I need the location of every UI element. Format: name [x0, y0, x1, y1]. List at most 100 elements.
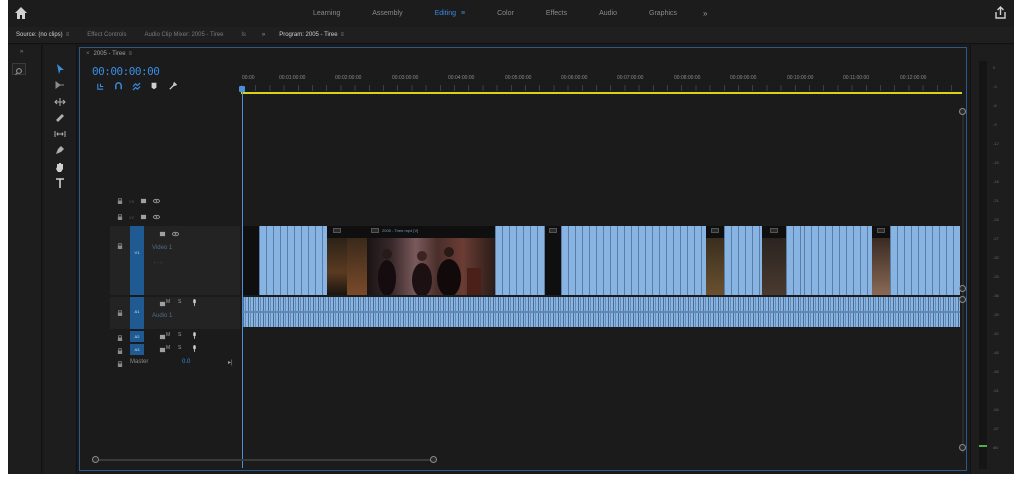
- tab-effect-controls[interactable]: Effect Controls: [87, 32, 126, 38]
- vertical-scroll-handle[interactable]: [959, 296, 966, 303]
- more-panels-icon[interactable]: »: [262, 32, 265, 38]
- track-target-a2[interactable]: A2: [130, 331, 144, 342]
- keyframe-nav-icon[interactable]: ‹ ◦ ›: [154, 260, 162, 266]
- workspace-tab-graphics[interactable]: Graphics: [649, 10, 677, 17]
- workspace-tab-editing[interactable]: Editing ≡: [435, 10, 466, 17]
- eye-icon[interactable]: [172, 230, 179, 237]
- track-target-a3[interactable]: A3: [130, 344, 144, 355]
- solo-icon[interactable]: S: [178, 299, 181, 305]
- sequence-menu-icon[interactable]: ≡: [129, 51, 133, 57]
- tab-program[interactable]: Program: 2005 - Tiree ≡: [279, 32, 344, 38]
- type-tool-icon[interactable]: [52, 176, 68, 189]
- video-clip-main[interactable]: 2005 - Tiree.mp4 [V]: [367, 226, 495, 295]
- sync-lock-icon[interactable]: [140, 198, 147, 205]
- vertical-scroll-mid-handle[interactable]: [959, 285, 966, 292]
- more-workspaces-icon[interactable]: »: [703, 9, 707, 18]
- selection-tool-icon[interactable]: [52, 62, 68, 75]
- workspace-tab-color[interactable]: Color: [497, 10, 514, 17]
- razor-tool-icon[interactable]: [52, 111, 68, 124]
- video-clip[interactable]: [724, 226, 762, 295]
- hand-tool-icon[interactable]: [52, 160, 68, 173]
- mute-icon[interactable]: M: [166, 332, 170, 338]
- share-icon[interactable]: [993, 5, 1008, 20]
- vertical-scroll-bottom-handle[interactable]: [959, 444, 966, 451]
- sync-lock-icon[interactable]: [159, 333, 166, 340]
- video-clip[interactable]: [890, 226, 960, 295]
- add-marker-icon[interactable]: [148, 81, 160, 91]
- lock-icon[interactable]: [116, 348, 123, 355]
- lock-icon[interactable]: [116, 310, 123, 317]
- video-clip[interactable]: [872, 226, 890, 295]
- tab-program-menu-icon[interactable]: ≡: [341, 32, 345, 38]
- sync-lock-icon[interactable]: [159, 346, 166, 353]
- workspace-tab-learning[interactable]: Learning: [313, 10, 340, 17]
- track-select-tool-icon[interactable]: [52, 78, 68, 91]
- tab-source[interactable]: Source: (no clips) ≡: [16, 32, 69, 38]
- video-clip[interactable]: [786, 226, 804, 295]
- tab-source-menu-icon[interactable]: ≡: [66, 32, 70, 38]
- video-clip[interactable]: [706, 226, 724, 295]
- sync-lock-icon[interactable]: [140, 214, 147, 221]
- master-volume-value[interactable]: 0.0: [182, 359, 190, 365]
- nest-icon[interactable]: [94, 81, 106, 91]
- workspace-tab-audio[interactable]: Audio: [599, 10, 617, 17]
- video-clip[interactable]: [243, 226, 259, 295]
- microphone-icon[interactable]: [191, 299, 198, 306]
- eye-icon[interactable]: [152, 214, 160, 221]
- track-target-v1[interactable]: V1: [130, 226, 144, 295]
- horizontal-zoom-scrollbar[interactable]: [92, 456, 437, 464]
- mute-icon[interactable]: M: [166, 299, 170, 305]
- microphone-icon[interactable]: [191, 332, 198, 339]
- sync-lock-icon[interactable]: [159, 230, 166, 237]
- slip-tool-icon[interactable]: [52, 127, 68, 140]
- video-clip[interactable]: [347, 226, 367, 295]
- sync-lock-icon[interactable]: [159, 300, 166, 307]
- workspace-tab-assembly[interactable]: Assembly: [372, 10, 402, 17]
- tab-overflow[interactable]: ls: [242, 32, 246, 38]
- expand-panel-icon[interactable]: »: [20, 49, 23, 55]
- tab-audio-clip-mixer[interactable]: Audio Clip Mixer: 2005 - Tiree: [144, 32, 223, 38]
- snap-icon[interactable]: [112, 81, 124, 91]
- go-to-end-icon[interactable]: ▸|: [228, 359, 233, 366]
- video-clip[interactable]: [561, 226, 706, 295]
- mute-icon[interactable]: M: [166, 345, 170, 351]
- workspace-tab-effects[interactable]: Effects: [546, 10, 567, 17]
- pen-tool-icon[interactable]: [52, 143, 68, 156]
- video-clip[interactable]: [762, 226, 786, 295]
- track-name-video1[interactable]: Video 1: [152, 245, 172, 251]
- zoom-left-handle[interactable]: [92, 456, 99, 463]
- project-panel-collapsed: »: [8, 45, 42, 474]
- video-clip[interactable]: [545, 226, 561, 295]
- track-name-audio1[interactable]: Audio 1: [152, 313, 172, 319]
- search-icon[interactable]: [12, 63, 26, 76]
- lock-icon[interactable]: [116, 360, 123, 367]
- video-clip[interactable]: [327, 226, 347, 295]
- ripple-edit-tool-icon[interactable]: [52, 95, 68, 108]
- solo-icon[interactable]: S: [178, 345, 181, 351]
- lock-icon[interactable]: [116, 214, 123, 221]
- sequence-tab[interactable]: × 2005 - Tiree ≡: [86, 51, 132, 57]
- playhead-timecode[interactable]: 00:00:00:00: [92, 65, 160, 78]
- video-clip[interactable]: [495, 226, 545, 295]
- close-sequence-icon[interactable]: ×: [86, 51, 90, 57]
- microphone-icon[interactable]: [191, 345, 198, 352]
- video-clip[interactable]: [259, 226, 327, 295]
- workspace-menu-icon[interactable]: ≡: [461, 10, 465, 17]
- vertical-scroll-top-handle[interactable]: [959, 108, 966, 115]
- settings-wrench-icon[interactable]: [166, 81, 178, 91]
- video-clip[interactable]: [804, 226, 872, 295]
- audio-track-a1[interactable]: [243, 297, 960, 327]
- linked-selection-icon[interactable]: [130, 81, 142, 91]
- work-area-bar[interactable]: [241, 92, 962, 94]
- lock-icon[interactable]: [116, 242, 123, 249]
- lock-icon[interactable]: [116, 335, 123, 342]
- solo-icon[interactable]: S: [178, 332, 181, 338]
- track-target-a1[interactable]: A1: [130, 297, 144, 329]
- vertical-scrollbar[interactable]: [959, 108, 967, 453]
- playhead-handle[interactable]: [239, 86, 245, 92]
- time-ruler[interactable]: 00:00 00:01:00:00 00:02:00:00 00:03:00:0…: [241, 70, 962, 94]
- home-icon[interactable]: [14, 6, 28, 20]
- lock-icon[interactable]: [116, 198, 123, 205]
- zoom-right-handle[interactable]: [430, 456, 437, 463]
- eye-icon[interactable]: [152, 198, 160, 205]
